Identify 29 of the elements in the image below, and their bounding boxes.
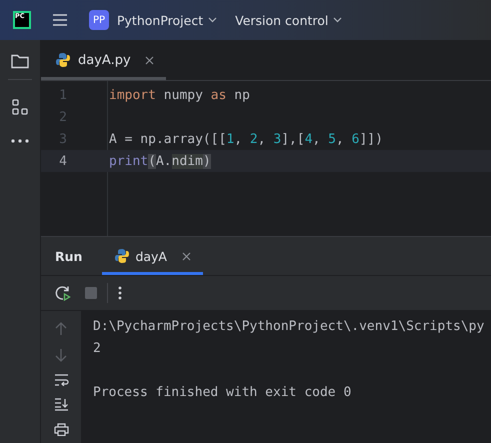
line-number: 4 [58, 154, 67, 168]
code-line: import numpy as np [109, 88, 250, 102]
run-panel-title: Run [55, 248, 82, 264]
print-icon[interactable] [54, 423, 68, 436]
console-output-line: Process finished with exit code 0 [93, 384, 352, 402]
rerun-icon[interactable] [55, 285, 71, 301]
python-file-icon [114, 248, 130, 264]
pycharm-logo-icon [13, 11, 31, 29]
structure-icon[interactable] [12, 99, 28, 115]
more-icon[interactable] [118, 286, 122, 300]
more-icon[interactable] [11, 139, 29, 143]
caret-icon [333, 17, 342, 23]
close-icon[interactable] [182, 252, 191, 260]
soft-wrap-icon[interactable] [54, 374, 68, 386]
project-dropdown[interactable]: PythonProject [111, 12, 224, 28]
python-file-icon [55, 52, 71, 68]
close-icon[interactable] [144, 56, 154, 64]
caret-icon [208, 17, 218, 23]
file-tab[interactable]: dayA.py [41, 40, 166, 80]
scroll-to-end-icon[interactable] [54, 398, 68, 411]
run-tab[interactable]: dayA [102, 237, 203, 275]
folder-icon[interactable] [11, 53, 29, 69]
console-output-line: D:\PycharmProjects\PythonProject\.venv1\Scripts\py [93, 318, 486, 336]
console-output-line: 2 [93, 340, 102, 358]
project-badge: PP [89, 10, 109, 30]
menu-icon[interactable] [52, 13, 68, 27]
code-line: print(A.ndim) [109, 154, 211, 168]
version-control-dropdown[interactable]: Version control [229, 12, 348, 28]
code-line: A = np.array([[1, 2, 3],[4, 5, 6]]) [109, 132, 383, 146]
